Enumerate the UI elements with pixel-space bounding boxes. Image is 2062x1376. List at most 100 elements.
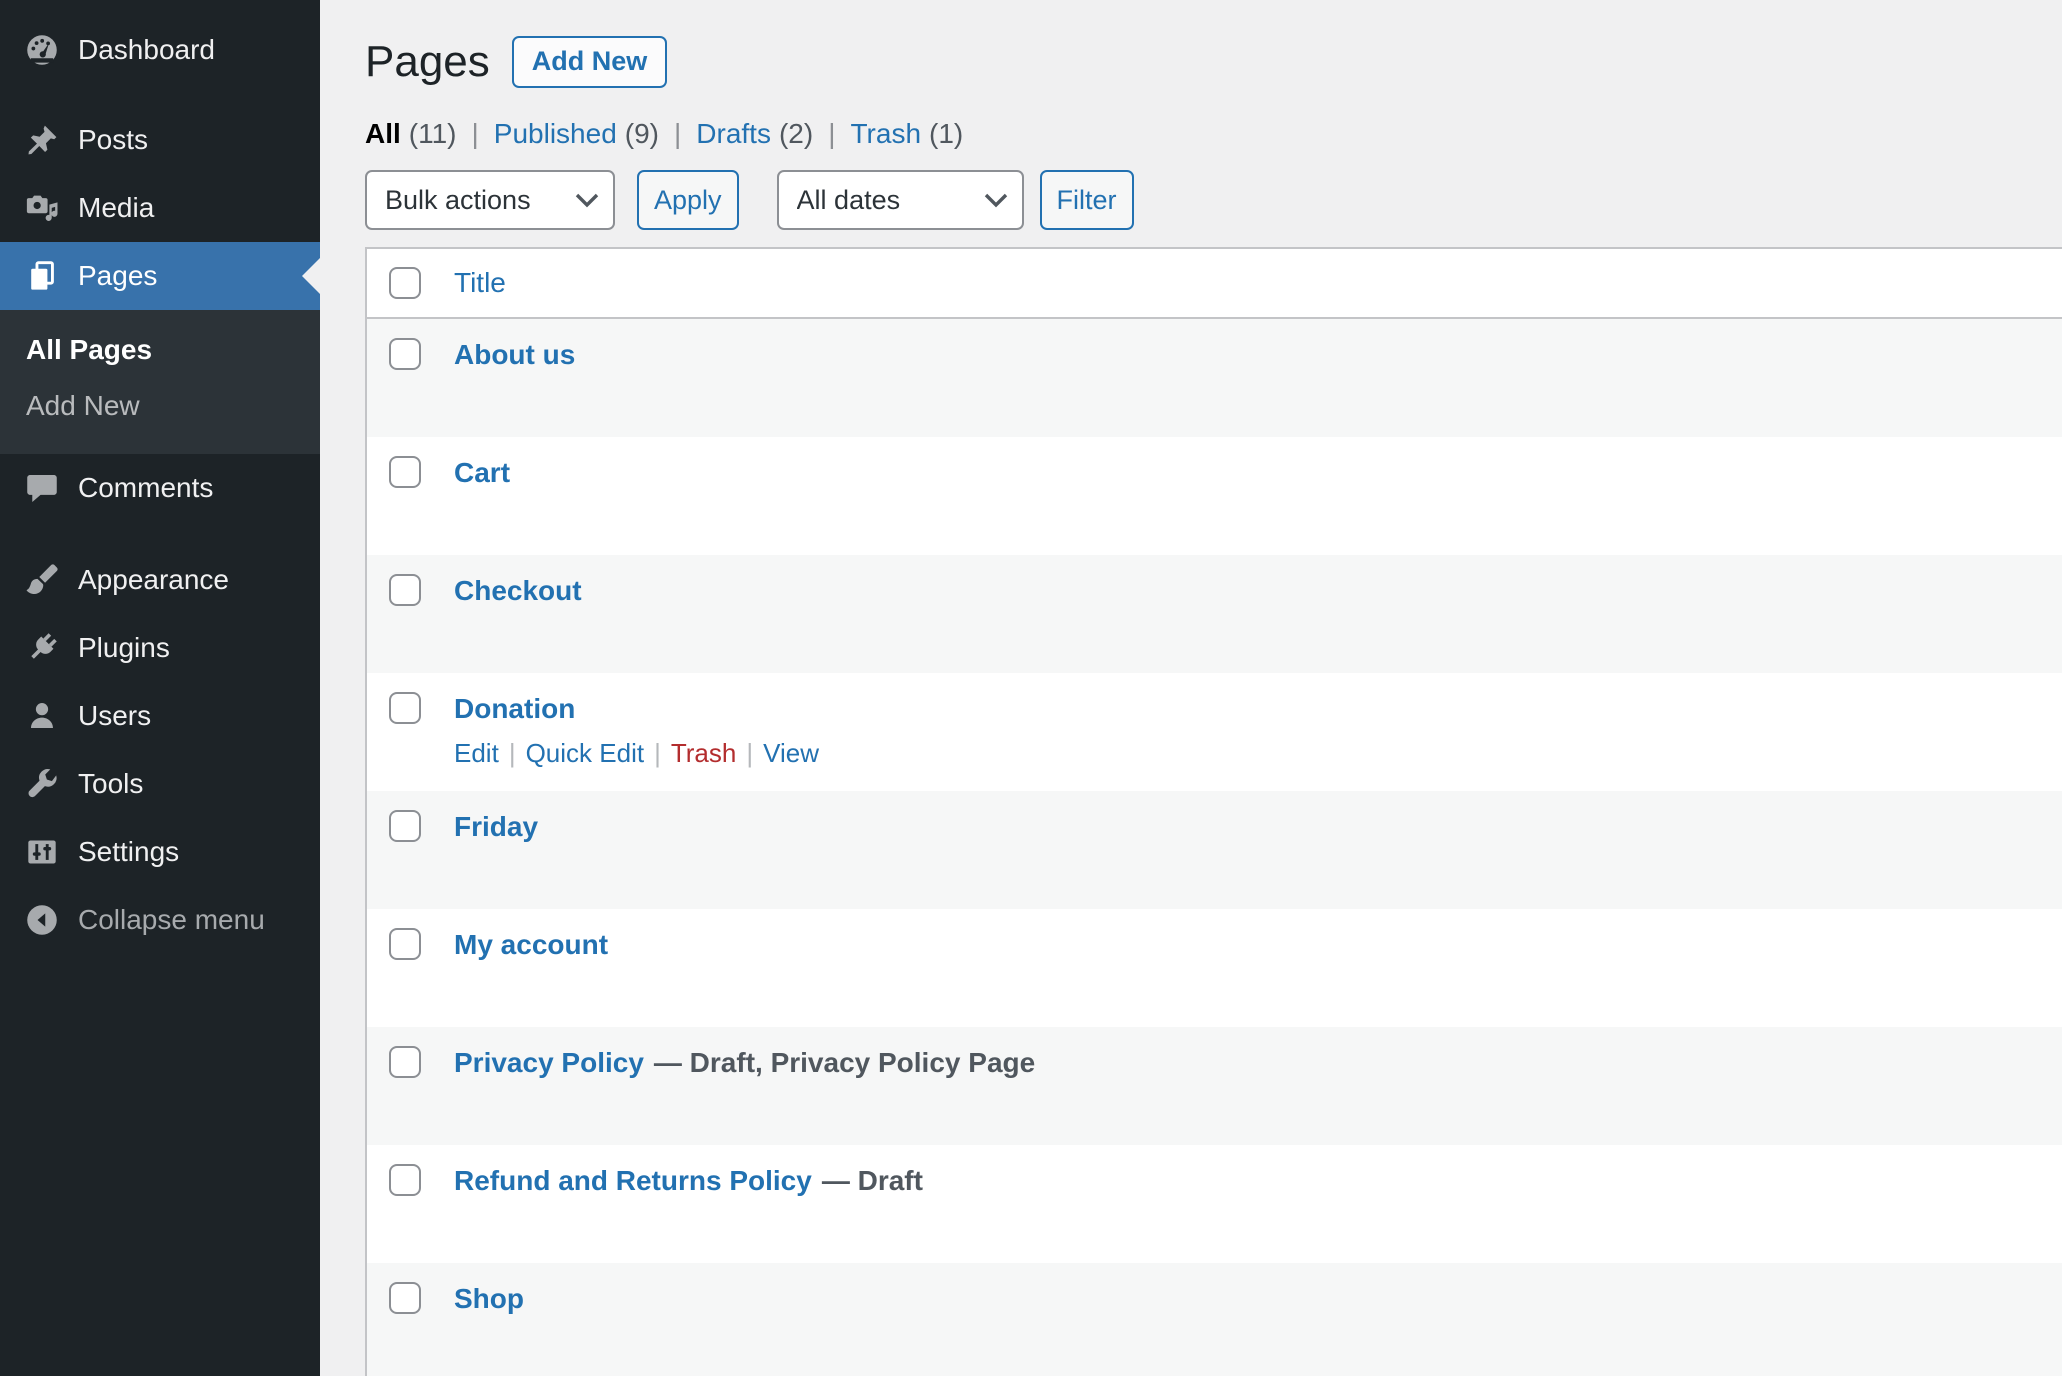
action-separator: | xyxy=(509,738,516,768)
menu-separator xyxy=(0,84,320,106)
page-header: Pages Add New xyxy=(365,36,2062,88)
page-title-link[interactable]: Cart xyxy=(454,457,510,488)
post-state: — Draft, Privacy Policy Page xyxy=(654,1047,1035,1078)
row-checkbox[interactable] xyxy=(389,1164,421,1196)
comment-bubble-icon xyxy=(22,468,62,508)
row-checkbox[interactable] xyxy=(389,692,421,724)
bulk-actions-select[interactable]: Bulk actions xyxy=(365,170,615,230)
row-checkbox[interactable] xyxy=(389,574,421,606)
dates-select[interactable]: All dates xyxy=(777,170,1024,230)
quick-edit-link[interactable]: Quick Edit xyxy=(526,738,645,768)
sidebar-item-media[interactable]: Media xyxy=(0,174,320,242)
sidebar-item-add-new[interactable]: Add New xyxy=(0,378,320,434)
table-row: Privacy Policy — Draft, Privacy Policy Pa… xyxy=(367,1027,2062,1145)
dates-select-wrap: All dates xyxy=(777,170,1024,230)
table-row: About us xyxy=(367,319,2062,437)
page-title-link[interactable]: Shop xyxy=(454,1283,524,1314)
pushpin-icon xyxy=(22,120,62,160)
page-title-link[interactable]: Friday xyxy=(454,811,538,842)
row-actions: Edit | Quick Edit | Trash | View xyxy=(454,738,2062,768)
sidebar-item-settings[interactable]: Settings xyxy=(0,818,320,886)
row-checkbox[interactable] xyxy=(389,810,421,842)
collapse-menu-button[interactable]: Collapse menu xyxy=(0,886,320,954)
apply-button[interactable]: Apply xyxy=(637,170,739,230)
table-body: About us Cart Checkout xyxy=(367,319,2062,1376)
menu-separator xyxy=(0,522,320,546)
page-title-link[interactable]: Refund and Returns Policy xyxy=(454,1165,812,1196)
post-state: — Draft xyxy=(822,1165,923,1196)
page-title-link[interactable]: About us xyxy=(454,339,575,370)
filter-link-published[interactable]: Published(9) xyxy=(494,118,659,149)
sidebar-item-appearance[interactable]: Appearance xyxy=(0,546,320,614)
table-row: Cart xyxy=(367,437,2062,555)
filter-separator: | xyxy=(828,118,835,150)
action-separator: | xyxy=(654,738,661,768)
wrench-icon xyxy=(22,764,62,804)
table-row: Checkout xyxy=(367,555,2062,673)
row-checkbox[interactable] xyxy=(389,1282,421,1314)
sidebar-item-label: Appearance xyxy=(78,564,229,596)
table-row: My account xyxy=(367,909,2062,1027)
pages-table: Title About us Cart xyxy=(365,247,2062,1376)
table-row: Refund and Returns Policy — Draft xyxy=(367,1145,2062,1263)
column-header-title[interactable]: Title xyxy=(454,267,506,299)
filter-button[interactable]: Filter xyxy=(1040,170,1134,230)
sidebar-item-dashboard[interactable]: Dashboard xyxy=(0,16,320,84)
plug-icon xyxy=(22,628,62,668)
row-checkbox[interactable] xyxy=(389,1046,421,1078)
camera-icon xyxy=(22,188,62,228)
sidebar-item-pages[interactable]: Pages xyxy=(0,242,320,310)
content-area: Pages Add New All(11) | Published(9) | D… xyxy=(320,0,2062,1376)
sidebar-item-comments[interactable]: Comments xyxy=(0,454,320,522)
sidebar-item-label: Media xyxy=(78,192,154,224)
sidebar-item-posts[interactable]: Posts xyxy=(0,106,320,174)
sliders-icon xyxy=(22,832,62,872)
user-icon xyxy=(22,696,62,736)
collapse-arrow-icon xyxy=(22,900,62,940)
table-row: Friday xyxy=(367,791,2062,909)
table-row: Shop xyxy=(367,1263,2062,1376)
page-title-link[interactable]: Privacy Policy xyxy=(454,1047,644,1078)
sidebar-item-tools[interactable]: Tools xyxy=(0,750,320,818)
pages-icon xyxy=(22,256,62,296)
wordpress-admin: Dashboard Posts Media Pages All Pages Ad… xyxy=(0,0,2062,1376)
sidebar-item-label: Plugins xyxy=(78,632,170,664)
row-checkbox[interactable] xyxy=(389,928,421,960)
status-filter-links: All(11) | Published(9) | Drafts(2) | Tra… xyxy=(365,118,2062,150)
collapse-menu-label: Collapse menu xyxy=(78,904,265,936)
table-header-row: Title xyxy=(367,249,2062,319)
filter-separator: | xyxy=(472,118,479,150)
page-title-link[interactable]: Checkout xyxy=(454,575,582,606)
dashboard-icon xyxy=(22,30,62,70)
pages-submenu: All Pages Add New xyxy=(0,310,320,454)
page-title-link[interactable]: My account xyxy=(454,929,608,960)
add-new-button[interactable]: Add New xyxy=(512,36,668,88)
filter-link-trash[interactable]: Trash(1) xyxy=(850,118,963,149)
filter-separator: | xyxy=(674,118,681,150)
row-checkbox[interactable] xyxy=(389,456,421,488)
sidebar-item-label: Dashboard xyxy=(78,34,215,66)
sidebar-item-label: Settings xyxy=(78,836,179,868)
sidebar-item-users[interactable]: Users xyxy=(0,682,320,750)
bulk-actions-select-wrap: Bulk actions xyxy=(365,170,615,230)
view-link[interactable]: View xyxy=(763,738,819,768)
filter-link-drafts[interactable]: Drafts(2) xyxy=(696,118,813,149)
action-separator: | xyxy=(746,738,753,768)
admin-sidebar: Dashboard Posts Media Pages All Pages Ad… xyxy=(0,0,320,1376)
sidebar-item-label: Comments xyxy=(78,472,213,504)
sidebar-item-all-pages[interactable]: All Pages xyxy=(0,322,320,378)
filter-link-all[interactable]: All(11) xyxy=(365,118,457,149)
page-title-link[interactable]: Donation xyxy=(454,693,575,724)
sidebar-item-label: Users xyxy=(78,700,151,732)
trash-link[interactable]: Trash xyxy=(671,738,737,768)
select-all-cell xyxy=(367,267,454,299)
sidebar-item-label: Tools xyxy=(78,768,143,800)
sidebar-item-plugins[interactable]: Plugins xyxy=(0,614,320,682)
sidebar-item-label: Posts xyxy=(78,124,148,156)
edit-link[interactable]: Edit xyxy=(454,738,499,768)
list-toolbar: Bulk actions Apply All dates Filter xyxy=(365,170,2062,230)
row-checkbox[interactable] xyxy=(389,338,421,370)
page-title: Pages xyxy=(365,40,490,84)
table-row: Donation Edit | Quick Edit | Trash | View xyxy=(367,673,2062,791)
select-all-checkbox[interactable] xyxy=(389,267,421,299)
